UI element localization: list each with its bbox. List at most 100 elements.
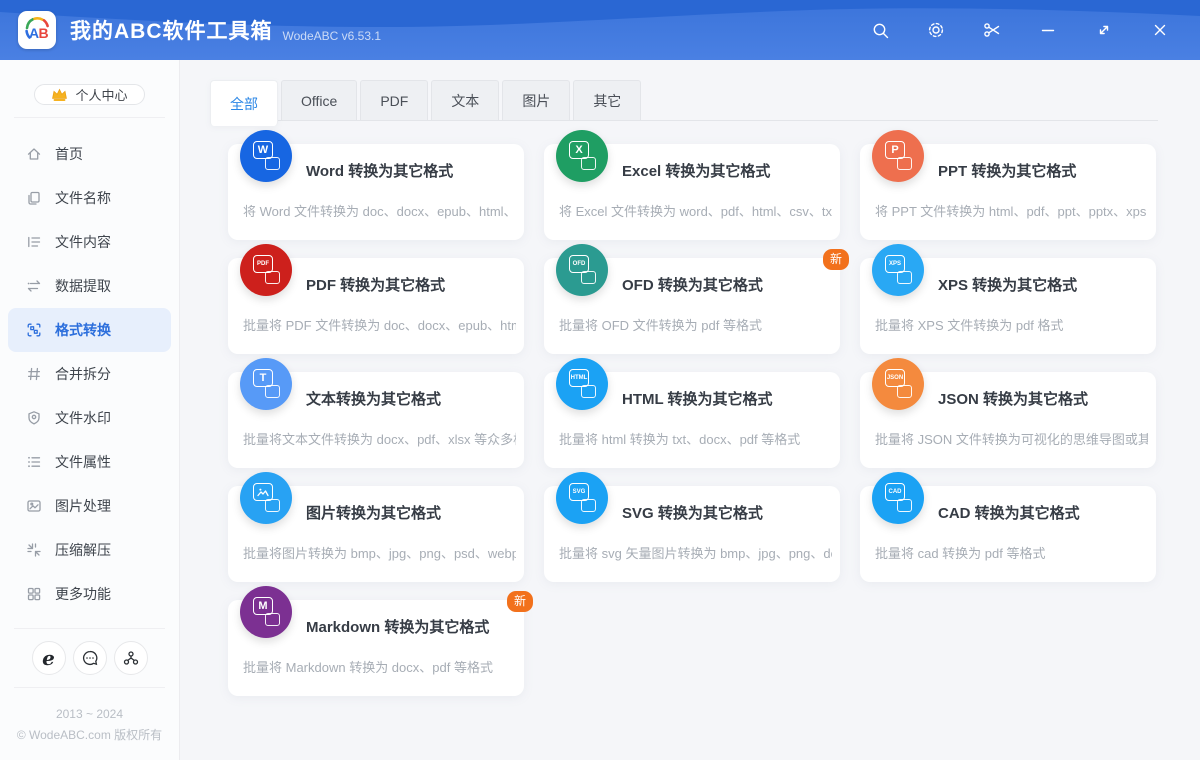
- category-tabs: 全部 Office PDF 文本 图片 其它: [210, 80, 1158, 126]
- sidebar-nav: 首页 文件名称 文件内容 数据提取 格式转换 合并拆分 文件水印 文件属性 图片…: [0, 132, 179, 616]
- card-desc: 批量将 PDF 文件转换为 doc、docx、epub、html、: [243, 318, 516, 333]
- pdf-convert-icon: PDF: [240, 244, 292, 296]
- svg-text:B: B: [39, 25, 49, 41]
- tab-pdf[interactable]: PDF: [360, 80, 429, 120]
- divider: [14, 628, 165, 629]
- card-desc: 批量将文本文件转换为 docx、pdf、xlsx 等众多格式: [243, 432, 516, 447]
- card-html-convert[interactable]: HTML HTML 转换为其它格式 批量将 html 转换为 txt、docx、…: [544, 358, 840, 468]
- card-title: PPT 转换为其它格式: [938, 163, 1077, 180]
- card-title: SVG 转换为其它格式: [622, 505, 763, 522]
- card-desc: 将 Excel 文件转换为 word、pdf、html、csv、txt、s: [559, 204, 832, 219]
- card-desc: 批量将 XPS 文件转换为 pdf 格式: [875, 318, 1064, 333]
- app-title: 我的ABC软件工具箱: [70, 20, 273, 43]
- card-markdown-convert[interactable]: M Markdown 转换为其它格式 批量将 Markdown 转换为 docx…: [228, 586, 533, 696]
- card-json-convert[interactable]: JSON JSON 转换为其它格式 批量将 JSON 文件转换为可视化的思维导图…: [860, 358, 1156, 468]
- copyright-years: 2013 ~ 2024: [55, 707, 124, 721]
- card-text-convert[interactable]: T 文本转换为其它格式 批量将文本文件转换为 docx、pdf、xlsx 等众多…: [228, 358, 524, 468]
- card-title: 文本转换为其它格式: [306, 391, 442, 408]
- sidebar-item-file-name[interactable]: 文件名称: [8, 176, 171, 220]
- card-svg-convert[interactable]: SVG SVG 转换为其它格式 批量将 svg 矢量图片转换为 bmp、jpg、…: [544, 472, 840, 582]
- copyright-owner: © WodeABC.com 版权所有: [16, 728, 163, 742]
- card-title: JSON 转换为其它格式: [938, 391, 1089, 408]
- tool-cards-grid: W Word 转换为其它格式 将 Word 文件转换为 doc、docx、epu…: [228, 130, 1156, 696]
- close-icon[interactable]: [1148, 18, 1172, 42]
- sidebar-item-home[interactable]: 首页: [8, 132, 171, 176]
- markdown-convert-icon: M: [240, 586, 292, 638]
- file-name-icon: [26, 190, 42, 206]
- divider: [14, 687, 165, 688]
- app-logo: A B: [18, 11, 56, 49]
- tab-text[interactable]: 文本: [431, 80, 500, 120]
- personal-center-button[interactable]: 个人中心: [34, 84, 145, 105]
- card-desc: 批量将 OFD 文件转换为 pdf 等格式: [559, 318, 762, 333]
- sidebar-item-label: 更多功能: [55, 586, 111, 602]
- sidebar-item-image-process[interactable]: 图片处理: [8, 484, 171, 528]
- maximize-resize-icon[interactable]: [1092, 18, 1116, 42]
- sidebar-item-watermark[interactable]: 文件水印: [8, 396, 171, 440]
- main-content: 全部 Office PDF 文本 图片 其它 W Word 转换为其它格式 将 …: [180, 60, 1200, 760]
- copyright: 2013 ~ 2024 © WodeABC.com 版权所有: [0, 700, 179, 760]
- sidebar-footer: e 2013 ~ 2024 © WodeABC.com 版权所有: [0, 616, 179, 760]
- card-desc: 批量将 html 转换为 txt、docx、pdf 等格式: [559, 432, 801, 447]
- text-convert-icon: T: [240, 358, 292, 410]
- card-title: CAD 转换为其它格式: [938, 505, 1080, 522]
- file-properties-icon: [26, 454, 42, 470]
- sidebar-item-file-properties[interactable]: 文件属性: [8, 440, 171, 484]
- excel-convert-icon: X: [556, 130, 608, 182]
- card-cad-convert[interactable]: CAD CAD 转换为其它格式 批量将 cad 转换为 pdf 等格式: [860, 472, 1156, 582]
- card-pdf-convert[interactable]: PDF PDF 转换为其它格式 批量将 PDF 文件转换为 doc、docx、e…: [228, 244, 524, 354]
- tab-other[interactable]: 其它: [573, 80, 642, 120]
- more-features-icon: [26, 586, 42, 602]
- card-ofd-convert[interactable]: OFD OFD 转换为其它格式 批量将 OFD 文件转换为 pdf 等格式 新: [544, 244, 849, 354]
- card-picture-convert[interactable]: 图片转换为其它格式 批量将图片转换为 bmp、jpg、png、psd、webp、: [228, 472, 524, 582]
- card-word-convert[interactable]: W Word 转换为其它格式 将 Word 文件转换为 doc、docx、epu…: [228, 130, 524, 240]
- sidebar: 个人中心 首页 文件名称 文件内容 数据提取 格式转换 合并拆分 文件水印 文件…: [0, 60, 180, 760]
- sidebar-item-file-content[interactable]: 文件内容: [8, 220, 171, 264]
- tab-office[interactable]: Office: [281, 80, 358, 120]
- svg-convert-icon: SVG: [556, 472, 608, 524]
- card-ppt-convert[interactable]: P PPT 转换为其它格式 将 PPT 文件转换为 html、pdf、ppt、p…: [860, 130, 1156, 240]
- chat-feedback-icon[interactable]: [72, 641, 107, 675]
- home-icon: [26, 146, 42, 162]
- tab-image[interactable]: 图片: [502, 80, 571, 120]
- tab-all[interactable]: 全部: [210, 80, 278, 126]
- sidebar-item-compress[interactable]: 压缩解压: [8, 528, 171, 572]
- window-controls: [868, 18, 1182, 42]
- sidebar-item-merge-split[interactable]: 合并拆分: [8, 352, 171, 396]
- card-xps-convert[interactable]: XPS XPS 转换为其它格式 批量将 XPS 文件转换为 pdf 格式: [860, 244, 1156, 354]
- card-excel-convert[interactable]: X Excel 转换为其它格式 将 Excel 文件转换为 word、pdf、h…: [544, 130, 840, 240]
- card-title: OFD 转换为其它格式: [622, 277, 763, 294]
- search-icon[interactable]: [868, 18, 892, 42]
- card-desc: 批量将 cad 转换为 pdf 等格式: [875, 546, 1046, 561]
- share-network-icon[interactable]: [113, 641, 148, 675]
- sidebar-item-more-features[interactable]: 更多功能: [8, 572, 171, 616]
- ofd-convert-icon: OFD: [556, 244, 608, 296]
- data-extract-icon: [26, 278, 42, 294]
- divider: [14, 117, 165, 118]
- compress-icon: [26, 542, 42, 558]
- format-convert-icon: [26, 322, 42, 338]
- ie-browser-icon[interactable]: e: [31, 641, 66, 675]
- sidebar-item-label: 压缩解压: [55, 542, 111, 558]
- sidebar-item-label: 文件水印: [55, 410, 111, 426]
- sidebar-item-label: 格式转换: [55, 322, 111, 338]
- file-content-icon: [26, 234, 42, 250]
- card-desc: 将 Word 文件转换为 doc、docx、epub、html、pd: [243, 204, 516, 219]
- new-badge: 新: [822, 249, 849, 270]
- scissors-icon[interactable]: [980, 18, 1004, 42]
- app-version: WodeABC v6.53.1: [282, 29, 382, 43]
- sidebar-item-label: 首页: [55, 146, 83, 162]
- picture-convert-icon: [240, 472, 292, 524]
- card-desc: 将 PPT 文件转换为 html、pdf、ppt、pptx、xps 等: [875, 204, 1148, 219]
- sidebar-item-format-convert[interactable]: 格式转换: [8, 308, 171, 352]
- settings-gear-icon[interactable]: [924, 18, 948, 42]
- sidebar-item-label: 文件名称: [55, 190, 111, 206]
- card-title: Excel 转换为其它格式: [622, 163, 771, 180]
- html-convert-icon: HTML: [556, 358, 608, 410]
- card-title: HTML 转换为其它格式: [622, 391, 773, 408]
- personal-center-label: 个人中心: [75, 88, 128, 103]
- minimize-icon[interactable]: [1036, 18, 1060, 42]
- word-convert-icon: W: [240, 130, 292, 182]
- image-process-icon: [26, 498, 42, 514]
- sidebar-item-data-extract[interactable]: 数据提取: [8, 264, 171, 308]
